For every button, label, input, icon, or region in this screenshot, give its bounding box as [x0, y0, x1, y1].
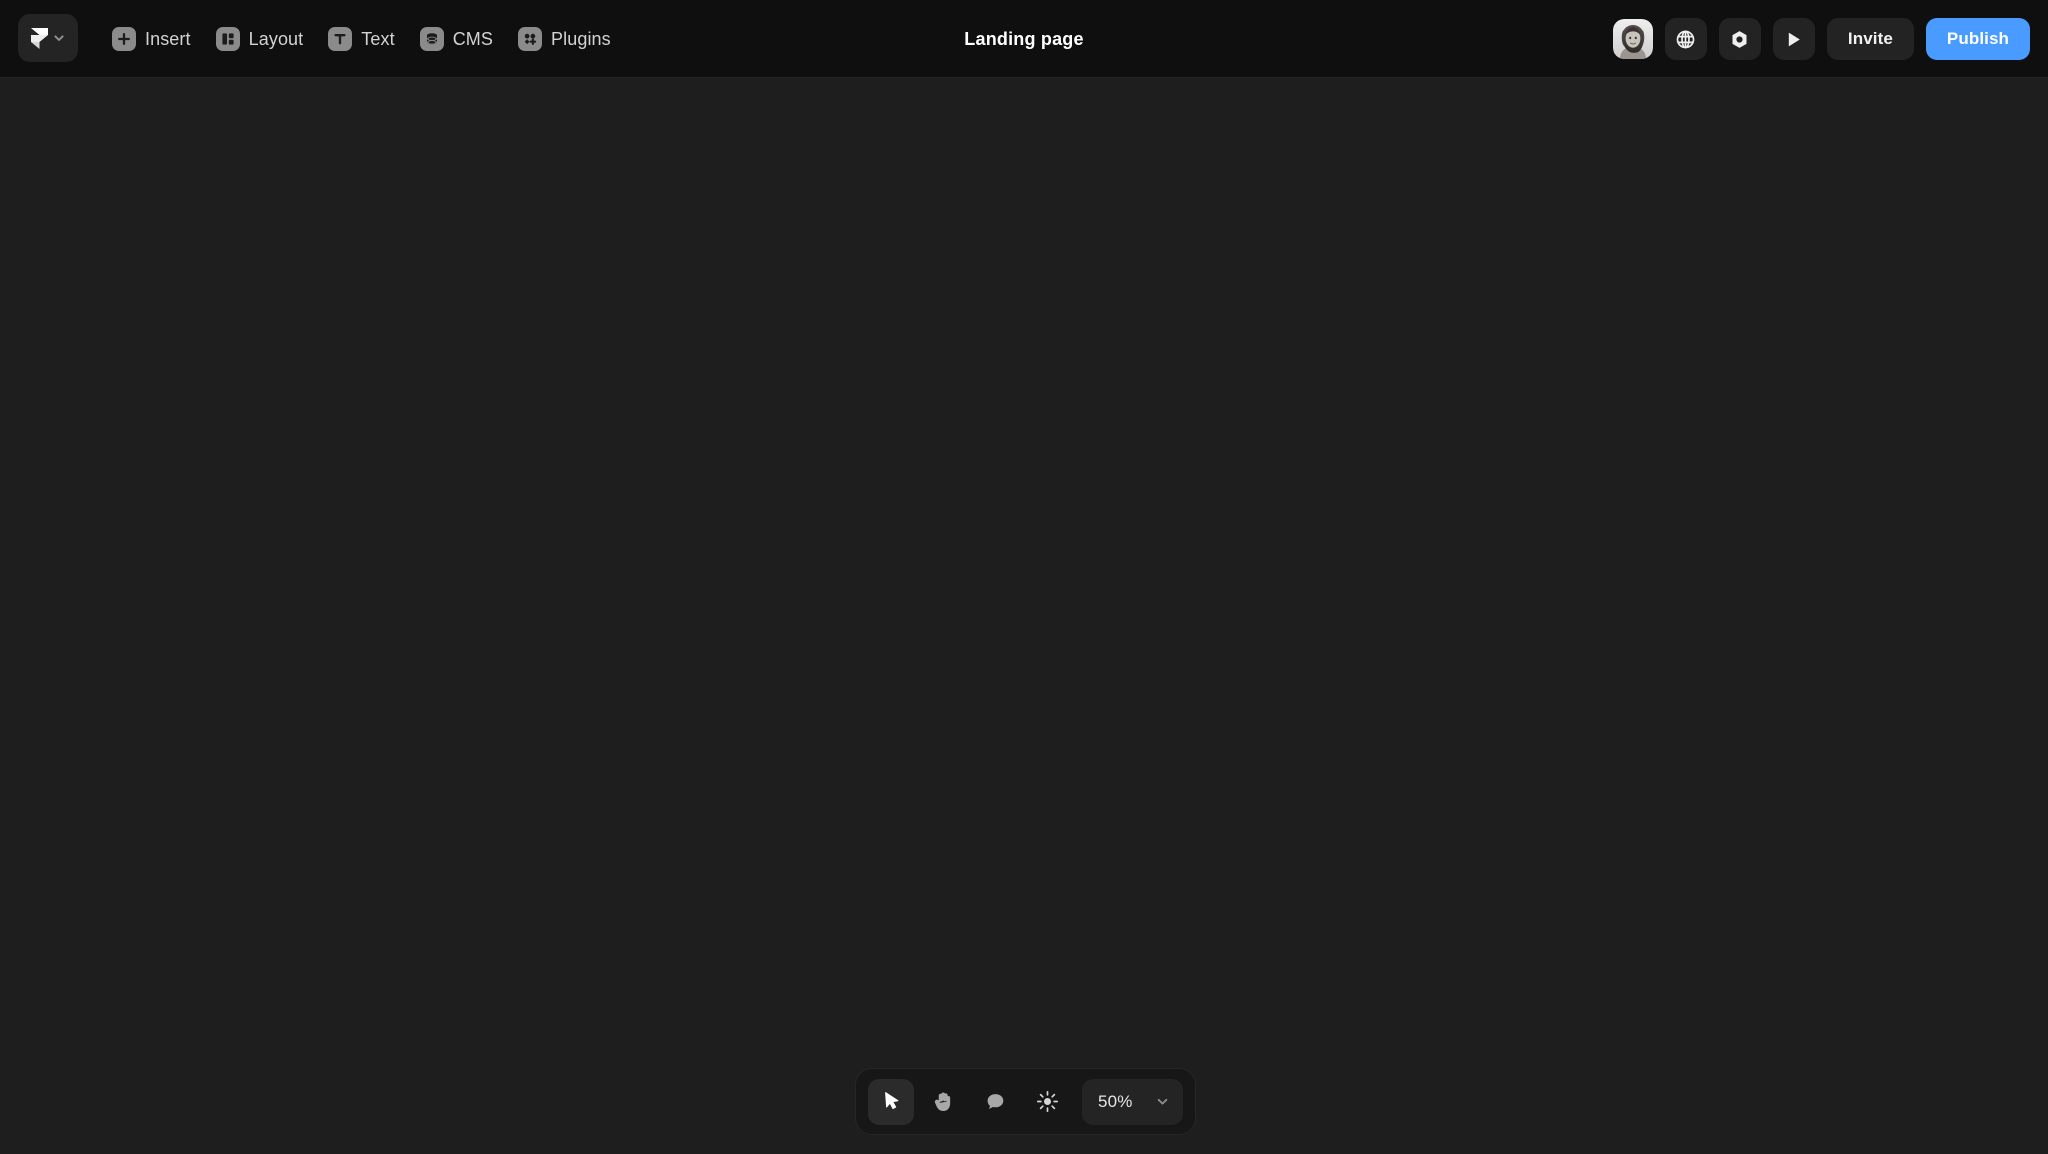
database-stack-icon: [419, 27, 444, 51]
menu-item-label: Plugins: [551, 28, 611, 49]
page-title: Landing page: [964, 28, 1084, 49]
components-button[interactable]: [1718, 18, 1761, 60]
zoom-level-select[interactable]: 50%: [1082, 1078, 1183, 1125]
top-toolbar: Insert Layout Text CMS Plugins Landing p…: [0, 0, 2048, 78]
select-tool[interactable]: [868, 1078, 914, 1125]
chevron-down-icon: [1157, 1098, 1167, 1105]
design-canvas[interactable]: [0, 79, 2048, 1154]
publish-button[interactable]: Publish: [1925, 18, 2030, 60]
globe-icon: [1677, 30, 1695, 48]
hexagon-nut-icon: [1732, 30, 1747, 48]
chevron-down-icon: [53, 35, 64, 41]
menu-item-layout[interactable]: Layout: [208, 17, 315, 61]
menu-item-text[interactable]: Text: [320, 17, 405, 61]
preview-button[interactable]: [1772, 18, 1815, 60]
appearance-tool[interactable]: [1024, 1079, 1070, 1125]
framer-logo-menu-button[interactable]: [18, 14, 78, 62]
top-right-actions: Invite Publish: [1612, 0, 2030, 78]
hand-tool[interactable]: [920, 1079, 966, 1125]
play-icon: [1789, 32, 1801, 46]
avatar[interactable]: [1612, 19, 1653, 59]
zoom-level-value: 50%: [1098, 1091, 1133, 1111]
invite-button[interactable]: Invite: [1826, 18, 1914, 60]
menu-item-label: CMS: [452, 28, 494, 49]
framer-logo-icon: [30, 27, 48, 49]
sun-brightness-icon: [1036, 1090, 1058, 1113]
bottom-toolbar: 50%: [855, 1068, 1196, 1135]
menu-item-label: Insert: [145, 28, 191, 49]
menu-item-label: Text: [361, 28, 395, 49]
menu-item-plugins[interactable]: Plugins: [510, 17, 622, 61]
main-menu: Insert Layout Text CMS Plugins: [104, 0, 622, 78]
layout-panels-icon: [215, 27, 240, 51]
menu-item-cms[interactable]: CMS: [412, 17, 504, 61]
plugins-shapes-icon: [518, 27, 543, 51]
menu-item-label: Layout: [248, 28, 304, 49]
localization-button[interactable]: [1664, 18, 1707, 60]
comment-tool[interactable]: [972, 1079, 1018, 1125]
comment-bubble-icon: [987, 1094, 1003, 1109]
plus-square-icon: [112, 27, 136, 51]
menu-item-insert[interactable]: Insert: [104, 17, 202, 61]
text-t-icon: [328, 27, 353, 51]
user-avatar-photo: [1612, 19, 1653, 59]
cursor-arrow-icon: [884, 1092, 898, 1110]
hand-icon: [934, 1092, 950, 1112]
